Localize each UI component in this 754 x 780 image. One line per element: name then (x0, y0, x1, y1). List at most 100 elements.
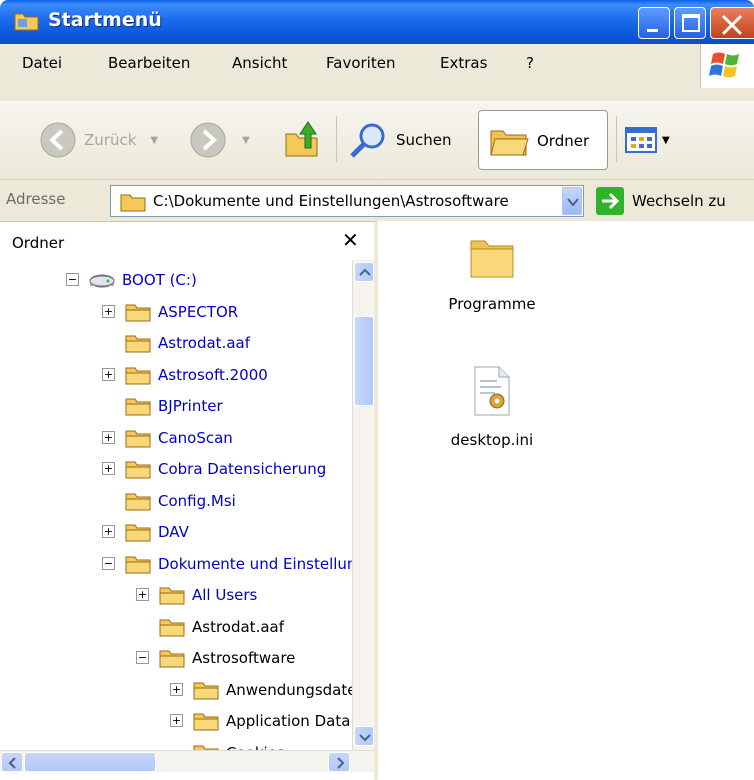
tree-item[interactable]: + DAV (102, 516, 189, 548)
file-item-programme[interactable]: Programme (422, 233, 562, 313)
address-dropdown-button[interactable] (562, 187, 582, 215)
address-value: C:\Dokumente und Einstellungen\Astrosoft… (153, 192, 509, 210)
address-label: Adresse (6, 190, 66, 208)
back-button[interactable]: Zurück ▼ (38, 114, 158, 166)
tree-item[interactable]: + All Users (136, 579, 257, 611)
tree-item-label: DAV (158, 523, 189, 541)
folder-up-icon (285, 121, 318, 157)
tree-item-label: Anwendungsdaten (226, 680, 352, 699)
scroll-up-button[interactable] (354, 262, 374, 282)
vertical-scrollbar[interactable] (352, 260, 374, 750)
view-icon (625, 127, 657, 153)
folder-icon (125, 461, 151, 479)
tree-item[interactable]: + Cobra Datensicherung (102, 453, 326, 485)
tree-item-label: ASPECTOR (158, 302, 239, 321)
folder-icon (125, 335, 151, 353)
title-bar[interactable]: Startmenü (0, 0, 754, 44)
file-label: Programme (448, 295, 536, 313)
tree-item[interactable]: Astrodat.aaf (102, 327, 250, 359)
address-input[interactable]: C:\Dokumente und Einstellungen\Astrosoft… (110, 185, 584, 217)
expand-icon[interactable]: + (102, 462, 115, 475)
hscroll-thumb[interactable] (24, 752, 156, 772)
tree-item-label: BOOT (C:) (122, 271, 197, 289)
close-button[interactable] (710, 7, 754, 39)
folder-icon (193, 745, 219, 750)
tree-item[interactable]: + Anwendungsdaten (170, 674, 352, 706)
expand-icon[interactable]: + (136, 588, 149, 601)
tree-item[interactable]: + ASPECTOR (102, 296, 238, 328)
folder-icon (125, 556, 151, 573)
expand-icon[interactable]: + (102, 430, 115, 444)
menu-help[interactable]: ? (526, 54, 534, 72)
expand-icon[interactable]: + (170, 682, 183, 696)
tree-item-label: Dokumente und Einstellungen (158, 554, 352, 573)
expand-icon[interactable]: + (102, 304, 115, 318)
views-button[interactable]: ▼ (624, 114, 670, 166)
expand-icon[interactable]: + (102, 525, 115, 538)
menu-ansicht[interactable]: Ansicht (232, 54, 287, 72)
maximize-button[interactable] (674, 7, 706, 39)
window-title: Startmenü (48, 9, 162, 31)
go-arrow-icon (596, 187, 624, 215)
address-bar: Adresse C:\Dokumente und Einstellungen\A… (0, 179, 754, 221)
folder-icon (125, 493, 151, 510)
tree-item-label: All Users (192, 586, 258, 604)
folder-icon (193, 713, 219, 731)
menu-favoriten[interactable]: Favoriten (326, 54, 395, 72)
folder-pane-title: Ordner (12, 234, 65, 252)
tree-item-label: Astrosoftware (192, 649, 296, 667)
menu-bar: Datei Bearbeiten Ansicht Favoriten Extra… (0, 44, 754, 106)
folder-icon (125, 524, 151, 542)
minimize-button[interactable] (638, 7, 670, 39)
collapse-icon[interactable]: − (102, 556, 115, 570)
collapse-icon[interactable]: − (136, 651, 149, 664)
tree-item[interactable]: − Astrosoftware (136, 642, 295, 674)
scroll-thumb[interactable] (354, 316, 374, 406)
menu-datei[interactable]: Datei (22, 54, 62, 72)
folders-button[interactable]: Ordner (478, 110, 608, 170)
folders-label: Ordner (537, 132, 590, 150)
collapse-icon[interactable]: − (66, 273, 79, 286)
menu-bearbeiten[interactable]: Bearbeiten (108, 54, 190, 72)
toolbar-separator (616, 116, 617, 162)
forward-button[interactable]: ▼ (188, 114, 250, 166)
tree-item[interactable]: − BOOT (C:) (66, 264, 197, 296)
scroll-left-button[interactable] (1, 752, 23, 772)
folder-pane-header: Ordner ✕ (0, 222, 374, 260)
tree-item-label: Application Data (226, 712, 351, 730)
go-button[interactable]: Wechseln zu (596, 187, 726, 215)
expand-icon[interactable]: + (102, 367, 115, 381)
tree-item[interactable]: Config.Msi (102, 485, 236, 517)
expand-icon[interactable]: + (170, 714, 183, 727)
back-label: Zurück (84, 131, 137, 149)
folder-icon (159, 619, 185, 636)
folder-icon (193, 682, 219, 699)
tree-item-label: BJPrinter (158, 397, 223, 415)
close-icon[interactable]: ✕ (342, 228, 359, 252)
search-button[interactable]: Suchen (346, 114, 452, 166)
folder-tree: − BOOT (C:) + ASPECTOR Astrodat.aaf + Astrosof… (0, 260, 352, 750)
tree-item[interactable]: + Astrosoft.2000 (102, 359, 268, 391)
folder-open-icon (490, 130, 529, 156)
forward-arrow-icon (190, 122, 226, 158)
folder-icon (125, 398, 151, 416)
tree-item[interactable]: + CanoScan (102, 422, 233, 454)
tree-item[interactable]: − Dokumente und Einstellungen (102, 548, 352, 580)
horizontal-scrollbar[interactable] (0, 750, 374, 772)
file-item-desktop-ini[interactable]: desktop.ini (422, 363, 562, 449)
tree-item[interactable]: + Application Data (170, 705, 350, 737)
tree-item[interactable]: Astrodat.aaf (136, 611, 284, 643)
tree-item[interactable]: BJPrinter (102, 390, 223, 422)
up-folder-button[interactable] (280, 114, 324, 166)
windows-logo (700, 44, 754, 88)
chevron-down-icon: ▼ (662, 134, 670, 146)
tree-item-label: Astrodat.aaf (158, 334, 250, 352)
tree-item-label: Config.Msi (158, 491, 236, 510)
tree-item-label: Cobra Datensicherung (158, 460, 327, 478)
menu-extras[interactable]: Extras (440, 54, 487, 72)
scroll-down-button[interactable] (354, 726, 374, 746)
scroll-right-button[interactable] (328, 752, 350, 772)
toolbar: Zurück ▼ ▼ Suchen Ordner ▼ (0, 101, 754, 179)
folder-icon (159, 650, 185, 668)
tree-item[interactable]: Cookies (170, 737, 285, 750)
